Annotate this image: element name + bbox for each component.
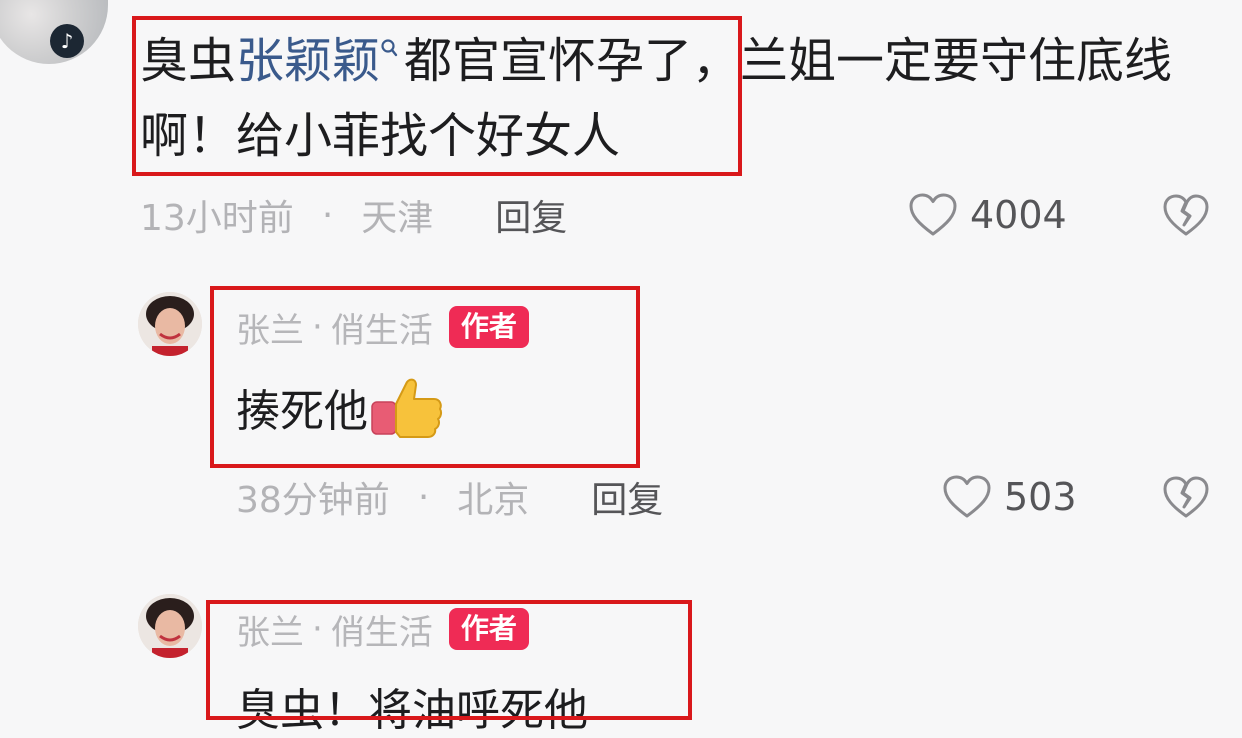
like-count: 503 <box>1004 475 1077 519</box>
comment-location: 天津 <box>361 198 434 239</box>
comment-meta: 13小时前 · 天津 回复 <box>140 190 567 240</box>
broken-heart-icon[interactable] <box>1162 192 1210 240</box>
reply-button[interactable]: 回复 <box>591 471 663 523</box>
avatar-image <box>138 594 202 658</box>
separator-dot: · <box>321 194 334 236</box>
heart-icon <box>909 193 957 236</box>
comment-time: 13小时前 <box>140 198 294 239</box>
reply-location: 北京 <box>457 480 530 521</box>
avatar-image <box>138 292 202 356</box>
author-avatar[interactable] <box>138 292 202 356</box>
commenter-avatar[interactable]: ♪ <box>0 0 108 64</box>
reply-time: 38分钟前 <box>236 480 390 521</box>
author-avatar[interactable] <box>138 594 202 658</box>
like-button[interactable]: 503 <box>942 472 1077 522</box>
reply-meta: 38分钟前 · 北京 回复 <box>236 472 663 522</box>
separator-dot: · <box>417 476 430 518</box>
highlight-box <box>206 600 692 720</box>
heart-icon <box>943 475 991 518</box>
broken-heart-icon[interactable] <box>1162 474 1210 522</box>
reply-button[interactable]: 回复 <box>495 189 567 241</box>
highlight-box <box>210 286 640 468</box>
like-button[interactable]: 4004 <box>908 190 1067 240</box>
like-count: 4004 <box>970 193 1067 237</box>
tiktok-icon: ♪ <box>50 24 84 58</box>
highlight-box <box>132 16 742 176</box>
